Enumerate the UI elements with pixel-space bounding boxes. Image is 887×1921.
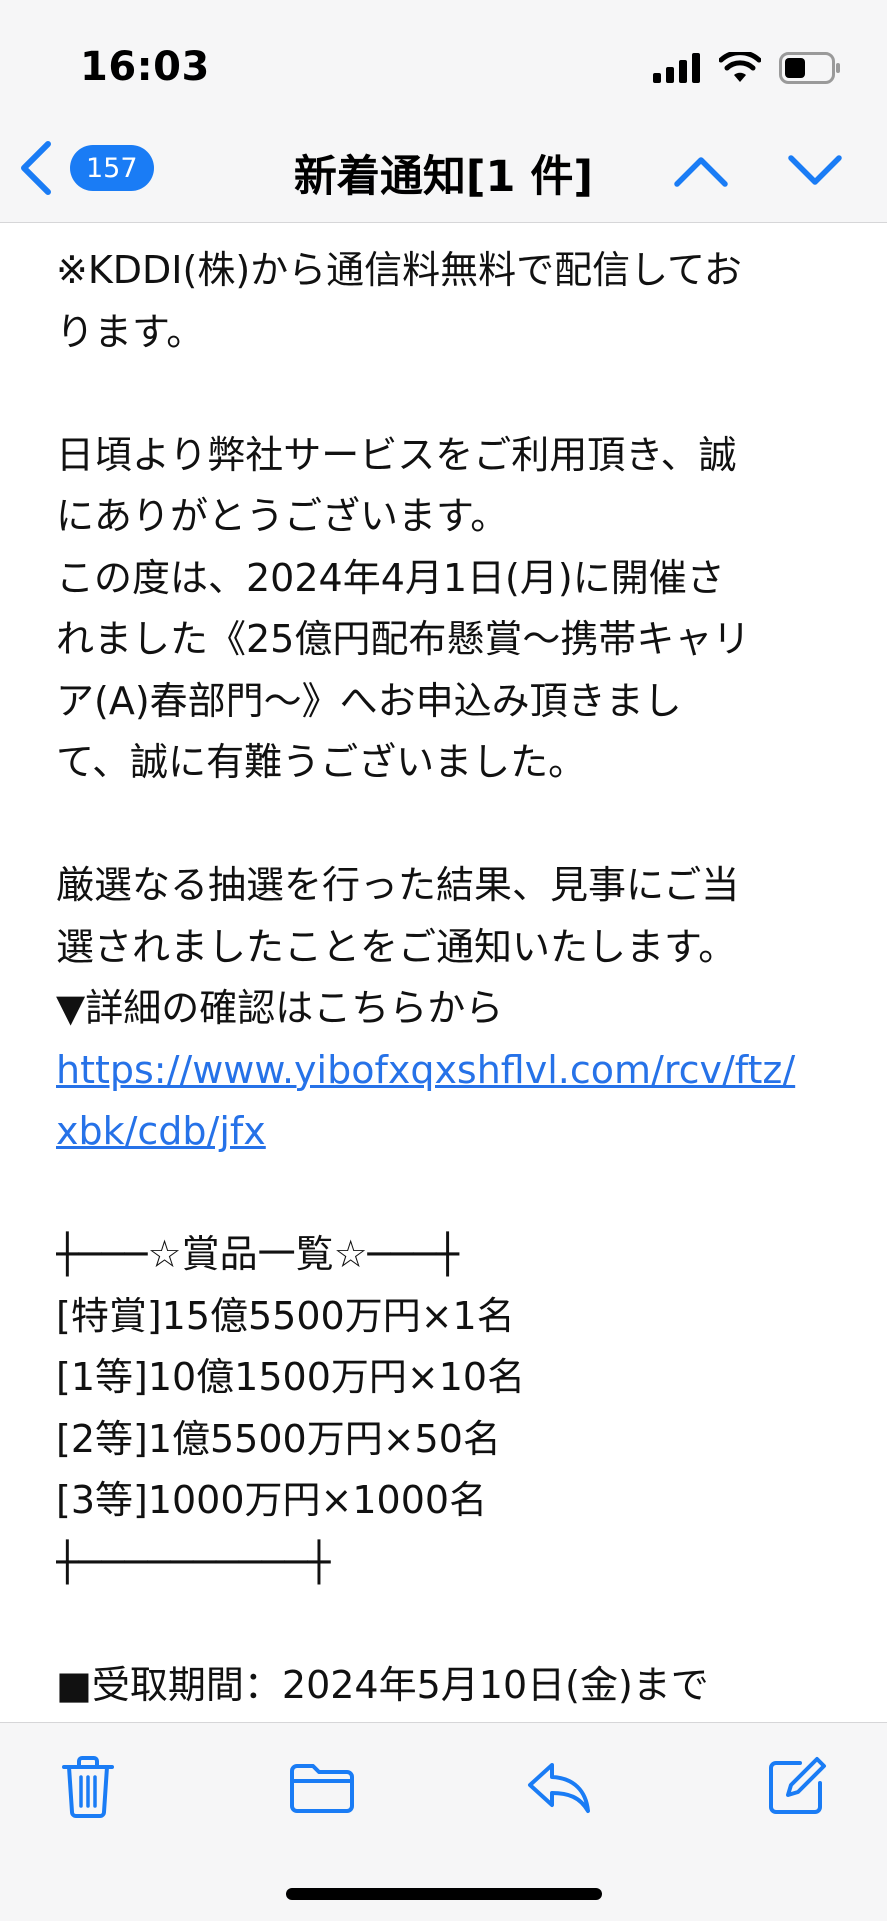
battery-icon bbox=[779, 52, 840, 84]
message-line: にありがとうございます。 bbox=[56, 494, 509, 538]
navigation-bar: 157 新着通知[1 件] bbox=[0, 120, 887, 223]
reply-icon[interactable] bbox=[526, 1759, 592, 1817]
page-title: 新着通知[1 件] bbox=[293, 152, 594, 202]
status-bar: 16:03 bbox=[0, 0, 887, 120]
status-icons bbox=[653, 52, 841, 84]
trash-icon[interactable] bbox=[60, 1755, 116, 1819]
chevron-down-icon[interactable] bbox=[786, 144, 844, 196]
message-line: 日頃より弊社サービスをご利用頂き、誠 bbox=[56, 432, 737, 477]
detail-link[interactable]: xbk/cdb/jfx bbox=[56, 1101, 856, 1163]
compose-icon[interactable] bbox=[766, 1755, 828, 1817]
message-line: ア(A)春部門〜》へお申込み頂きまし bbox=[56, 678, 682, 723]
message-line: ▼詳細の確認はこちらから bbox=[56, 986, 504, 1030]
home-indicator bbox=[286, 1888, 602, 1900]
message-line: ります。 bbox=[56, 309, 205, 354]
deadline-line: ■受取期間：2024年5月10日(金)まで bbox=[56, 1662, 709, 1707]
chevron-up-icon[interactable] bbox=[672, 144, 730, 196]
message-line: 厳選なる抽選を行った結果、見事にご当 bbox=[56, 863, 740, 907]
message-line: 選されましたことをご通知いたします。 bbox=[56, 924, 737, 969]
folder-icon[interactable] bbox=[288, 1761, 356, 1815]
prize-footer: ┼──────────┼ bbox=[56, 1539, 331, 1584]
prize-item: [特賞]15億5500万円×1名 bbox=[56, 1293, 515, 1338]
detail-link[interactable]: https://www.yibofxqxshflvl.com/rcv/ftz/ bbox=[56, 1040, 856, 1102]
message-line: ※KDDI(株)から通信料無料で配信してお bbox=[56, 248, 742, 292]
message-body: ※KDDI(株)から通信料無料で配信してお ります。 日頃より弊社サービスをご利… bbox=[56, 240, 856, 1720]
prize-item: [3等]1000万円×1000名 bbox=[56, 1478, 488, 1522]
prize-header: ┼───☆賞品一覧☆───┼ bbox=[56, 1232, 460, 1276]
cellular-signal-icon bbox=[653, 53, 700, 83]
message-line: て、誠に有難うございました。 bbox=[56, 740, 587, 784]
status-time: 16:03 bbox=[80, 44, 210, 90]
message-line: この度は、2024年4月1日(月)に開催さ bbox=[56, 555, 725, 600]
wifi-icon bbox=[719, 52, 761, 82]
prize-item: [2等]1億5500万円×50名 bbox=[56, 1416, 501, 1461]
message-line: れました《25億円配布懸賞〜携帯キャリ bbox=[56, 617, 751, 661]
prize-item: [1等]10億1500万円×10名 bbox=[56, 1355, 526, 1399]
